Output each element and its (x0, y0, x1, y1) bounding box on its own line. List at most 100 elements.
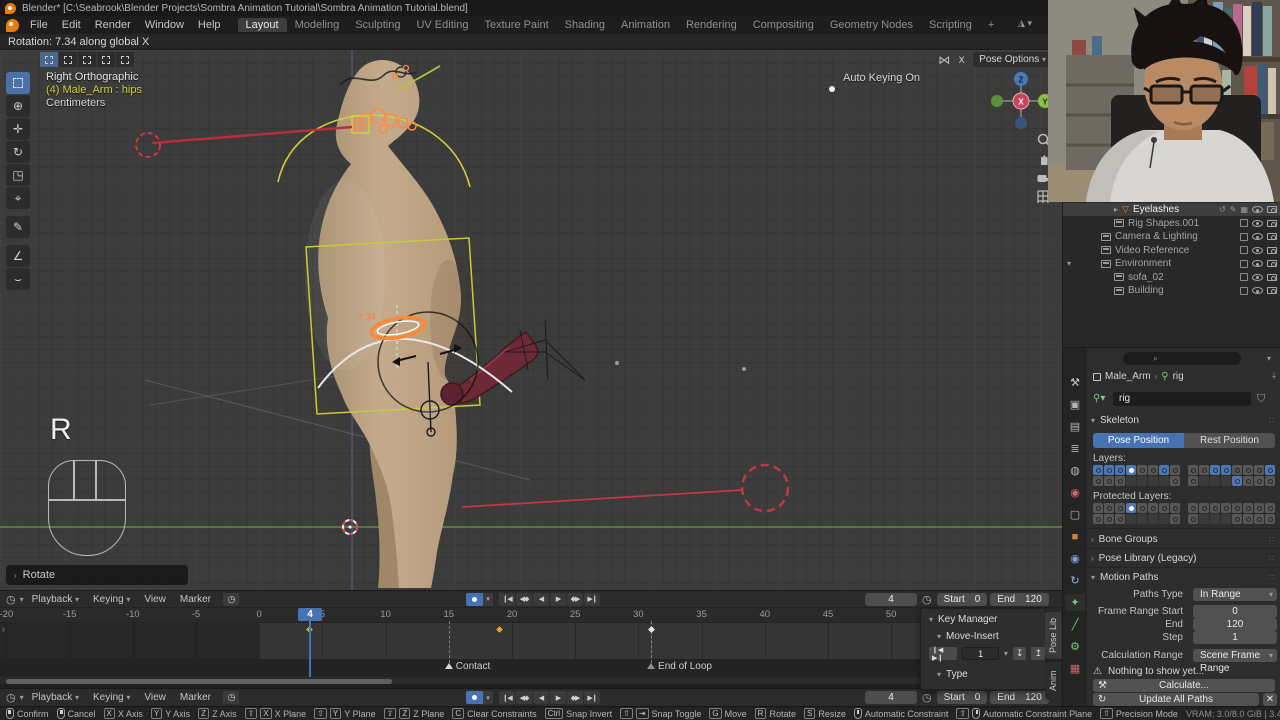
layer-toggle[interactable] (1210, 465, 1220, 475)
start-frame-field[interactable]: Start0 (937, 691, 988, 704)
layer-toggle[interactable] (1210, 476, 1220, 486)
playhead-frame-chip[interactable]: 4 (298, 608, 322, 621)
render-visibility-icon[interactable] (1267, 233, 1277, 240)
layer-toggle[interactable] (1170, 465, 1180, 475)
selectability-checkbox[interactable] (1240, 233, 1248, 241)
workspace-tab-texture-paint[interactable]: Texture Paint (476, 18, 556, 32)
layer-toggle[interactable] (1243, 503, 1253, 513)
layer-toggle[interactable] (1093, 503, 1103, 513)
layer-toggle[interactable] (1221, 476, 1231, 486)
next-keyframe-button[interactable]: ◆▶ (567, 593, 583, 606)
hide-eye-icon[interactable] (1252, 260, 1263, 267)
end-frame-field[interactable]: End120 (990, 593, 1048, 606)
outliner-row-eyelashes[interactable]: ▸▽Eyelashes↺✎▦ (1063, 203, 1280, 216)
key-manager-panel[interactable]: ▾Key Manager ▾Move-Insert ❙◀ ▶❙ 1 ▾ ↧ ↥ … (920, 608, 1046, 690)
play-reverse-button[interactable]: ◀ (533, 593, 549, 606)
end-frame-field[interactable]: End120 (990, 691, 1048, 704)
layer-toggle[interactable] (1243, 476, 1253, 486)
mirror-icon[interactable]: ⋈ (938, 53, 950, 67)
editor-type-caret[interactable]: ▾ (20, 693, 24, 702)
move-tool-button[interactable]: ✛ (6, 118, 30, 140)
viewport-scene[interactable]: 7.34 (0, 50, 1062, 590)
frame-range-start-field[interactable]: 0 (1193, 605, 1277, 618)
layer-toggle[interactable] (1093, 514, 1103, 524)
breadcrumb-data[interactable]: rig (1173, 371, 1184, 382)
properties-tab-output[interactable]: ▤ (1065, 418, 1085, 435)
layer-toggle[interactable] (1093, 476, 1103, 486)
menu-file[interactable]: File (23, 18, 55, 32)
outliner-row-rig-shapes-001[interactable]: Rig Shapes.001 (1063, 217, 1280, 230)
hide-eye-icon[interactable] (1252, 274, 1263, 281)
timeline-ruler[interactable]: -20-15-10-505101520253035404550 (0, 608, 1062, 623)
play-button[interactable]: ▶ (550, 691, 566, 704)
jump-keyframe-buttons[interactable]: ❙◀ ▶❙ (929, 647, 957, 660)
modifier-icon[interactable]: ✎ (1230, 205, 1237, 214)
insert-key-up-button[interactable]: ↥ (1031, 647, 1045, 660)
marker-triangle[interactable] (647, 663, 655, 669)
use-preview-range-icon[interactable]: ◷ (922, 691, 932, 704)
select-mode-subtract[interactable] (78, 52, 96, 67)
layer-toggle[interactable] (1104, 503, 1114, 513)
select-mode-intersect[interactable] (116, 52, 134, 67)
menu-render[interactable]: Render (88, 18, 138, 32)
head-target-widget[interactable] (136, 133, 160, 157)
outliner-row-environment[interactable]: ▾Environment (1063, 257, 1280, 270)
layer-toggle[interactable] (1232, 503, 1242, 513)
timeline-menu-keying[interactable]: Keying ▾ (87, 692, 136, 703)
properties-tab-render[interactable]: ▣ (1065, 396, 1085, 413)
menu-window[interactable]: Window (138, 18, 191, 32)
layer-toggle[interactable] (1243, 514, 1253, 524)
layer-toggle[interactable] (1137, 465, 1147, 475)
armature-datablock-icon[interactable]: ⚲▾ (1093, 393, 1105, 404)
blender-menu-icon[interactable] (6, 19, 19, 32)
properties-search-field[interactable]: ⌕ (1123, 352, 1241, 365)
pose-position-button[interactable]: Pose Position (1093, 433, 1184, 448)
key-manager-dropdown-icon[interactable]: ▾ (1004, 649, 1008, 658)
rest-position-button[interactable]: Rest Position (1184, 433, 1275, 448)
rotate-tool-button[interactable]: ↻ (6, 141, 30, 163)
add-workspace-button[interactable]: + (980, 18, 1002, 32)
record-options-caret[interactable]: ▾ (483, 593, 493, 606)
layer-toggle[interactable] (1126, 476, 1136, 486)
pose-breakdowner-tool-button[interactable]: ⌣ (6, 268, 30, 290)
use-preview-range-icon[interactable]: ◷ (922, 593, 932, 606)
select-mode-set[interactable] (40, 52, 58, 67)
next-keyframe-button[interactable]: ◆▶ (567, 691, 583, 704)
timeline-menu-marker[interactable]: Marker (174, 692, 217, 703)
render-visibility-icon[interactable] (1267, 260, 1277, 267)
sidetab-pose-lib[interactable]: Pose Lib (1045, 612, 1061, 658)
type-section-header[interactable]: ▾Type (937, 669, 968, 680)
shield-icon[interactable]: ⛉ (1257, 393, 1265, 406)
layer-toggle[interactable] (1210, 514, 1220, 524)
channel-expander[interactable]: › (2, 624, 5, 634)
scrollbar-handle[interactable] (6, 679, 392, 684)
properties-tab-object[interactable]: ■ (1065, 528, 1085, 545)
step-field[interactable]: 1 (1193, 631, 1277, 644)
move-insert-header[interactable]: ▾Move-Insert (937, 631, 999, 642)
jump-to-start-button[interactable]: ❙◀ (499, 691, 515, 704)
workspace-tab-shading[interactable]: Shading (557, 18, 613, 32)
cursor-tool-button[interactable]: ⊕ (6, 95, 30, 117)
layer-toggle[interactable] (1148, 503, 1158, 513)
layer-toggle[interactable] (1170, 476, 1180, 486)
timeline-menu-playback[interactable]: Playback ▾ (26, 692, 85, 703)
workspace-tab-compositing[interactable]: Compositing (745, 18, 822, 32)
prev-keyframe-button[interactable]: ◀◆ (516, 691, 532, 704)
layer-toggle[interactable] (1254, 503, 1264, 513)
layer-toggle[interactable] (1265, 503, 1275, 513)
hide-eye-icon[interactable] (1252, 206, 1263, 213)
bone-groups-section[interactable]: ›Bone Groups∷ (1091, 534, 1158, 545)
frame-range-end-field[interactable]: 120 (1193, 618, 1277, 631)
layer-toggle[interactable] (1159, 476, 1169, 486)
sidetab-anim[interactable]: Anim (1045, 662, 1061, 700)
motion-paths-section[interactable]: ▾Motion Paths∷ (1091, 572, 1158, 583)
layer-toggle[interactable] (1199, 514, 1209, 524)
properties-tab-physics[interactable]: ◉ (1065, 550, 1085, 567)
current-frame-field[interactable]: 4 (865, 691, 917, 704)
layer-toggle[interactable] (1115, 476, 1125, 486)
select-mode-invert[interactable] (97, 52, 115, 67)
layer-toggle[interactable] (1137, 503, 1147, 513)
outliner-row-building[interactable]: Building (1063, 284, 1280, 297)
layer-toggle[interactable] (1254, 514, 1264, 524)
workspace-tab-animation[interactable]: Animation (613, 18, 678, 32)
